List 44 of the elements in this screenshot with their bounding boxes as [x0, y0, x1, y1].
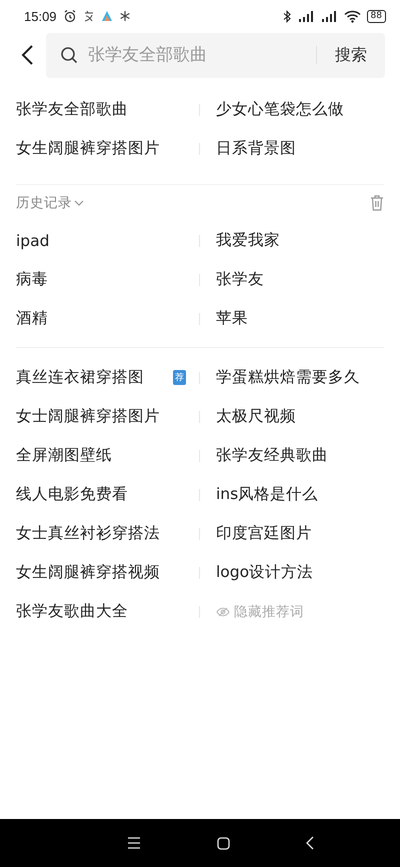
- recommended-item[interactable]: 全屏潮图壁纸: [16, 445, 112, 466]
- home-icon[interactable]: [216, 836, 230, 850]
- recommended-item[interactable]: 学蛋糕烘焙需要多久: [216, 367, 360, 388]
- history-item[interactable]: 我爱我家: [216, 230, 280, 251]
- history-item[interactable]: 张学友: [216, 269, 264, 290]
- suggestion-item[interactable]: 少女心笔袋怎么做: [216, 99, 344, 120]
- recommended-item[interactable]: 线人电影免费看: [16, 484, 128, 505]
- history-item[interactable]: 病毒: [16, 269, 48, 290]
- recommended-item[interactable]: 女士阔腿裤穿搭图片: [16, 406, 160, 427]
- status-time: 15:09: [24, 8, 57, 24]
- recommend-badge: 荐: [173, 370, 186, 385]
- history-item[interactable]: ipad: [16, 232, 50, 250]
- chevron-down-icon: [74, 199, 84, 207]
- recommended-item[interactable]: 印度宫廷图片: [216, 523, 312, 544]
- back-icon[interactable]: [20, 44, 34, 66]
- bluetooth-icon: [282, 10, 292, 22]
- recommended-item[interactable]: 张学友歌曲大全: [16, 601, 128, 622]
- alarm-clock-icon: [62, 9, 77, 23]
- signal-icon: [320, 10, 338, 22]
- history-item[interactable]: 酒精: [16, 308, 48, 329]
- snowflake-icon: [118, 10, 131, 22]
- wifi-icon: [344, 10, 361, 22]
- recommended-item[interactable]: ins风格是什么: [216, 484, 318, 505]
- eye-slash-icon: [216, 606, 230, 616]
- triangle-app-icon: [100, 10, 113, 22]
- battery-level: 88: [366, 10, 386, 22]
- app-notification-icon: [82, 10, 95, 22]
- recommended-item[interactable]: logo设计方法: [216, 562, 314, 583]
- menu-icon[interactable]: [126, 837, 140, 849]
- search-icon: [60, 46, 78, 64]
- suggestion-item[interactable]: 日系背景图: [216, 138, 296, 159]
- recommended-item[interactable]: 太极尺视频: [216, 406, 296, 427]
- search-field[interactable]: 张学友全部歌曲 搜索: [46, 32, 385, 78]
- recommended-item[interactable]: 女生阔腿裤穿搭视频: [16, 562, 160, 583]
- history-item[interactable]: 苹果: [216, 308, 248, 329]
- signal-icon: [298, 10, 315, 22]
- recommended-item[interactable]: 真丝连衣裙穿搭图: [16, 367, 144, 388]
- delete-icon[interactable]: [370, 195, 384, 211]
- recommended-item[interactable]: 张学友经典歌曲: [216, 445, 328, 466]
- suggestion-item[interactable]: 张学友全部歌曲: [16, 99, 128, 120]
- history-toggle[interactable]: 历史记录: [16, 194, 84, 212]
- suggestion-item[interactable]: 女生阔腿裤穿搭图片: [16, 138, 160, 159]
- search-button[interactable]: 搜索: [335, 44, 367, 66]
- recommended-item[interactable]: 女士真丝衬衫穿搭法: [16, 523, 160, 544]
